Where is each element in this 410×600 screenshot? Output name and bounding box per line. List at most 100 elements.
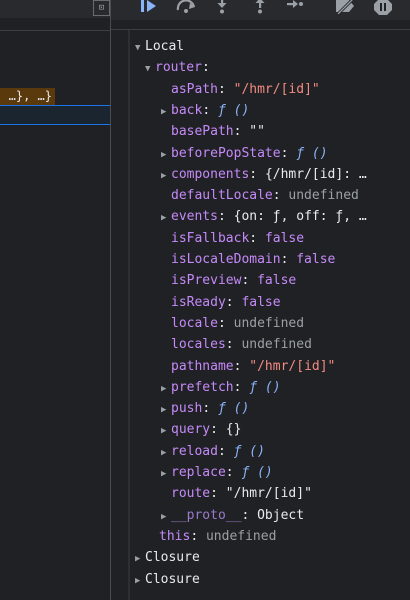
prop-value: {} bbox=[225, 422, 242, 438]
colon: : bbox=[249, 166, 265, 182]
prop-name: back bbox=[171, 102, 203, 118]
prop-name: isPreview bbox=[171, 273, 242, 289]
router-prop-back[interactable]: ▶ back: ƒ () bbox=[161, 100, 410, 121]
scope-title: Closure bbox=[145, 571, 200, 587]
router-prop-beforepopstate[interactable]: ▶ beforePopState: ƒ () bbox=[161, 143, 410, 164]
prop-value: Object bbox=[257, 507, 305, 523]
router-prop-query[interactable]: ▶ query: {} bbox=[161, 419, 410, 440]
router-prop-events[interactable]: ▶ events: {on: ƒ, off: ƒ, … bbox=[161, 206, 410, 227]
colon: : bbox=[241, 507, 258, 523]
devtools-sources-panel: ⊡ …}, …} ▼ Local ▼ router: asPath: "/hmr… bbox=[0, 0, 410, 600]
prop-value: false bbox=[264, 230, 305, 246]
var-name: router bbox=[155, 60, 202, 76]
colon: : bbox=[202, 102, 218, 118]
prop-name: defaultLocale bbox=[171, 188, 273, 204]
prop-value: {on: ƒ, off: ƒ, … bbox=[233, 209, 367, 225]
prop-name: prefetch bbox=[171, 379, 234, 395]
colon: : bbox=[225, 294, 242, 310]
prop-value: undefined bbox=[288, 188, 359, 204]
collapsed-triangle-icon[interactable]: ▶ bbox=[161, 102, 171, 121]
router-prop-isfallback: isFallback: false bbox=[161, 228, 410, 249]
editor-toolbar: ⊡ bbox=[0, 0, 110, 18]
router-prop-locales: locales: undefined bbox=[161, 334, 410, 355]
current-execution-line bbox=[0, 105, 110, 125]
router-prop-islocaledomain: isLocaleDomain: false bbox=[161, 249, 410, 270]
inline-value-text: …}, …} bbox=[8, 89, 52, 103]
prop-name: replace bbox=[171, 465, 226, 480]
editor-divider bbox=[0, 30, 110, 31]
colon: : bbox=[210, 486, 226, 502]
scope-indent-guide bbox=[128, 30, 130, 600]
prop-value: "/hmr/[id]" bbox=[249, 358, 336, 374]
prop-value: ƒ () bbox=[233, 443, 265, 459]
scope-section-local[interactable]: ▼ Local bbox=[135, 36, 410, 57]
collapsed-triangle-icon[interactable]: ▶ bbox=[161, 379, 171, 398]
prop-value: "/hmr/[id]" bbox=[233, 81, 320, 97]
collapsed-triangle-icon[interactable]: ▶ bbox=[161, 208, 171, 227]
colon: : bbox=[233, 124, 250, 140]
router-prop-isready: isReady: false bbox=[161, 292, 410, 313]
colon: : bbox=[201, 60, 210, 76]
scope-var-router[interactable]: ▼ router: bbox=[145, 57, 410, 78]
prop-name: asPath bbox=[171, 81, 218, 97]
collapsed-triangle-icon[interactable]: ▶ bbox=[161, 421, 171, 440]
scope-section-closure-2[interactable]: ▶ Closure bbox=[135, 569, 410, 587]
collapsed-triangle-icon[interactable]: ▶ bbox=[161, 166, 171, 185]
colon: : bbox=[217, 209, 234, 225]
router-prop-route: route: "/hmr/[id]" bbox=[161, 483, 410, 504]
toolbar-separator bbox=[111, 29, 410, 30]
prop-value: undefined bbox=[241, 337, 312, 353]
scope-title: Local bbox=[145, 39, 185, 54]
collapsed-triangle-icon[interactable]: ▶ bbox=[135, 549, 145, 568]
scope-section-closure[interactable]: ▶ Closure bbox=[135, 547, 410, 568]
step-icon[interactable] bbox=[287, 0, 305, 18]
prop-name: route bbox=[171, 486, 211, 502]
router-prop-protoprotoprotoprotoproto[interactable]: ▶ __proto__: Object bbox=[161, 505, 410, 526]
colon: : bbox=[190, 528, 206, 544]
colon: : bbox=[280, 252, 297, 267]
colon: : bbox=[280, 145, 297, 161]
router-prop-prefetch[interactable]: ▶ prefetch: ƒ () bbox=[161, 377, 410, 398]
prop-name: __proto__ bbox=[171, 507, 242, 523]
router-prop-aspath: asPath: "/hmr/[id]" bbox=[161, 79, 410, 100]
step-into-icon[interactable] bbox=[216, 0, 228, 18]
colon: : bbox=[225, 337, 242, 353]
pause-on-exceptions-icon[interactable] bbox=[373, 0, 393, 18]
router-prop-replace[interactable]: ▶ replace: ƒ () bbox=[161, 462, 410, 483]
prop-value: ƒ () bbox=[249, 379, 281, 395]
router-prop-reload[interactable]: ▶ reload: ƒ () bbox=[161, 441, 410, 462]
collapsed-triangle-icon[interactable]: ▶ bbox=[161, 443, 171, 462]
collapsed-triangle-icon[interactable]: ▶ bbox=[135, 571, 145, 587]
colon: : bbox=[210, 422, 226, 438]
step-over-icon[interactable] bbox=[175, 0, 197, 18]
router-prop-defaultlocale: defaultLocale: undefined bbox=[161, 185, 410, 206]
router-prop-components[interactable]: ▶ components: {/hmr/[id]: … bbox=[161, 164, 410, 185]
toggle-debugger-sidebar-button[interactable]: ⊡ bbox=[93, 0, 110, 16]
prop-name: components bbox=[171, 166, 250, 182]
prop-value: undefined bbox=[233, 315, 305, 331]
prop-value: ƒ () bbox=[241, 465, 273, 480]
resume-icon[interactable] bbox=[140, 0, 158, 18]
prop-name: locales bbox=[171, 337, 226, 353]
prop-value: false bbox=[241, 294, 281, 310]
colon: : bbox=[202, 401, 218, 417]
prop-name: events bbox=[171, 209, 218, 225]
editor-pane: ⊡ …}, …} bbox=[0, 0, 110, 600]
prop-name: pathname bbox=[171, 358, 234, 374]
scope-var-this: this: undefined bbox=[149, 526, 410, 547]
collapsed-triangle-icon[interactable]: ▶ bbox=[161, 145, 171, 164]
inline-value-highlight: …}, …} bbox=[0, 88, 55, 105]
expanded-triangle-icon[interactable]: ▼ bbox=[145, 59, 155, 78]
collapsed-triangle-icon[interactable]: ▶ bbox=[161, 464, 171, 483]
router-prop-push[interactable]: ▶ push: ƒ () bbox=[161, 398, 410, 419]
scope-title: Closure bbox=[145, 550, 200, 566]
collapsed-triangle-icon[interactable]: ▶ bbox=[161, 400, 171, 419]
prop-value: false bbox=[296, 252, 336, 267]
prop-name: isFallback bbox=[171, 230, 250, 246]
debugger-toolbar bbox=[111, 0, 410, 20]
prop-value: ƒ () bbox=[296, 145, 328, 161]
collapsed-triangle-icon[interactable]: ▶ bbox=[161, 507, 171, 526]
deactivate-breakpoints-icon[interactable] bbox=[334, 0, 358, 18]
expanded-triangle-icon[interactable]: ▼ bbox=[135, 38, 145, 57]
step-out-icon[interactable] bbox=[254, 0, 266, 18]
